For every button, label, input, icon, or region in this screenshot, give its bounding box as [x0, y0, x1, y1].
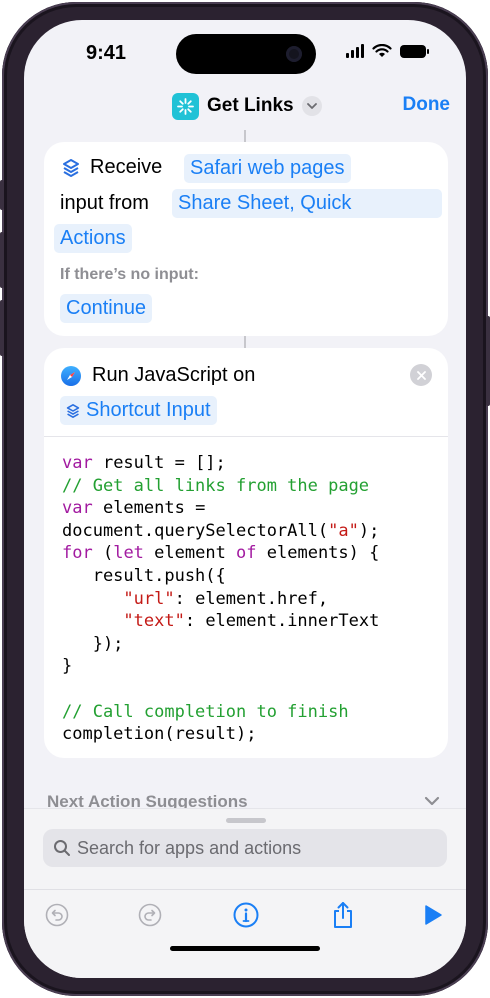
receive-label: Receive [90, 156, 163, 178]
volume-up-button [0, 232, 4, 288]
shortcut-title-menu[interactable]: Get Links [172, 88, 322, 124]
no-input-token[interactable]: Continue [60, 294, 153, 323]
no-input-label: If there’s no input: [60, 266, 199, 283]
code-token: result.push({ [62, 565, 226, 586]
code-token: // Get all links from the page [62, 475, 370, 496]
run-button[interactable] [418, 900, 448, 930]
editor-toolbar [24, 889, 466, 939]
code-token: } [62, 656, 73, 677]
navigation-bar: Get Links Done [24, 88, 466, 128]
redo-button[interactable] [135, 900, 165, 930]
code-line: completion(result); [62, 723, 379, 746]
code-token: : element.innerText [184, 611, 380, 632]
home-indicator [170, 946, 320, 951]
chevron-down-icon[interactable] [424, 796, 440, 806]
connector-line [244, 336, 246, 348]
javascript-code-editor[interactable]: var result = [];// Get all links from th… [62, 452, 379, 746]
code-line: }); [62, 633, 379, 656]
search-placeholder: Search for apps and actions [77, 837, 302, 858]
code-line: // Get all links from the page [62, 475, 379, 498]
receive-row: Receive [62, 156, 162, 179]
search-input[interactable]: Search for apps and actions [43, 829, 447, 867]
done-button[interactable]: Done [403, 94, 451, 116]
code-token: // Call completion to finish [62, 701, 349, 722]
play-icon [425, 905, 442, 925]
js-action-title: Run JavaScript on [92, 364, 256, 386]
remove-action-button[interactable] [410, 364, 432, 386]
undo-icon [45, 903, 69, 927]
code-line: result.push({ [62, 565, 379, 588]
code-token: elements) { [256, 543, 380, 564]
redo-icon [138, 903, 162, 927]
undo-button[interactable] [42, 900, 72, 930]
share-icon [334, 902, 352, 928]
code-token: "text" [123, 611, 185, 632]
close-icon [416, 370, 426, 380]
code-line: } [62, 655, 379, 678]
code-token: element [143, 543, 237, 564]
code-token: let [113, 543, 144, 564]
shortcut-input-label: Shortcut Input [86, 399, 211, 421]
input-from-label: input from [60, 192, 149, 214]
code-token: ( [92, 543, 114, 564]
source-token-line2[interactable]: Actions [54, 224, 132, 253]
code-line: var elements = [62, 497, 379, 520]
shortcut-title: Get Links [207, 95, 294, 116]
chevron-down-icon [301, 96, 322, 116]
battery-icon [400, 44, 429, 58]
code-token: "a" [328, 520, 359, 541]
input-type-token[interactable]: Safari web pages [184, 154, 351, 183]
code-token: : element.href, [174, 588, 329, 609]
camera-icon [286, 46, 302, 62]
code-line: "text": element.innerText [62, 610, 379, 633]
share-button[interactable] [328, 900, 358, 930]
code-line: "url": element.href, [62, 588, 379, 611]
status-time: 9:41 [86, 42, 127, 64]
code-token: ); [358, 520, 380, 541]
code-line: for (let element of elements) { [62, 542, 379, 565]
code-token: }); [62, 633, 124, 654]
shortcut-input-icon [63, 158, 79, 177]
shortcut-input-token[interactable]: Shortcut Input [60, 396, 217, 425]
run-javascript-card[interactable]: Run JavaScript on Shortcut Input var res… [44, 348, 448, 758]
receive-action-card[interactable]: Receive Safari web pages input from Shar… [44, 142, 448, 336]
wifi-icon [372, 44, 392, 57]
code-token: "url" [123, 588, 175, 609]
screen: 9:41 Get Links Done Receive Safari web p… [24, 20, 466, 978]
code-token: of [236, 543, 257, 564]
code-line: var result = []; [62, 452, 379, 475]
source-token-line1[interactable]: Share Sheet, Quick [172, 189, 442, 218]
cellular-signal-icon [346, 44, 364, 58]
sheet-grabber[interactable] [226, 818, 266, 823]
volume-down-button [0, 300, 4, 356]
code-line: document.querySelectorAll("a"); [62, 520, 379, 543]
safari-icon [61, 365, 81, 386]
shortcut-app-icon [172, 92, 199, 120]
code-token: for [62, 543, 93, 564]
code-token: elements = [92, 498, 206, 519]
dynamic-island [176, 34, 316, 74]
info-icon [233, 902, 259, 928]
action-button [0, 180, 4, 210]
action-search-sheet: Search for apps and actions [24, 808, 466, 978]
info-button[interactable] [231, 900, 261, 930]
code-token: completion(result); [62, 724, 257, 745]
divider [44, 436, 448, 437]
code-token: var [62, 498, 93, 519]
code-token: document.querySelectorAll( [62, 520, 329, 541]
connector-line [244, 130, 246, 142]
code-token: var [62, 453, 93, 473]
status-icons [346, 44, 429, 58]
js-title-row: Run JavaScript on [60, 364, 255, 387]
power-button [486, 316, 490, 406]
shortcut-input-icon [66, 403, 80, 418]
search-icon [54, 840, 70, 856]
code-line: // Call completion to finish [62, 701, 379, 724]
code-token: result = []; [92, 453, 226, 473]
